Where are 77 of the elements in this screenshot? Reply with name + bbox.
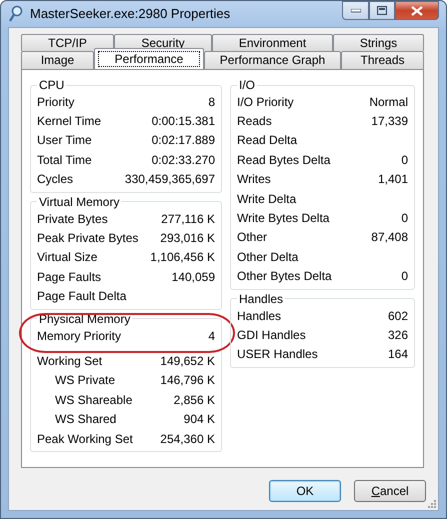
field-label: Write Bytes Delta	[237, 210, 330, 228]
field-value: 254,360 K	[160, 430, 215, 448]
field-value: 4	[208, 328, 215, 345]
field-label: Handles	[237, 308, 282, 325]
tab[interactable]: Threads	[341, 51, 424, 69]
field-value: 146,796 K	[160, 372, 215, 390]
field-label: Virtual Size	[37, 249, 98, 266]
field-label: Cycles	[37, 171, 74, 188]
field-label: Total Time	[37, 152, 92, 169]
resize-grip-icon	[427, 499, 436, 508]
tab[interactable]: Strings	[333, 34, 424, 51]
maximize-icon	[377, 6, 387, 15]
field-label: Kernel Time	[37, 113, 102, 130]
group-title: I/O	[238, 78, 256, 92]
group-title: CPU	[38, 78, 66, 92]
field-value: 326	[388, 326, 408, 344]
tab[interactable]: Environment	[212, 34, 333, 51]
field-label: Other Bytes Delta	[237, 268, 332, 286]
minimize-button[interactable]	[342, 1, 369, 20]
group-title: Physical Memory	[38, 312, 132, 326]
group-title: Handles	[238, 292, 284, 306]
field-label: Page Faults	[37, 268, 102, 286]
field-value: 2,856 K	[174, 392, 215, 409]
field-value: 87,408	[371, 229, 408, 246]
field-value: 17,339	[371, 113, 408, 130]
field-label: Peak Private Bytes	[37, 230, 138, 248]
field-value: 904 K	[184, 411, 215, 428]
field-value: 0	[401, 210, 408, 228]
field-label: Memory Priority	[37, 328, 122, 345]
minimize-icon	[350, 8, 360, 12]
tab[interactable]: Performance	[94, 48, 204, 69]
field-value: 0	[401, 268, 408, 286]
field-label: WS Shareable	[55, 392, 132, 409]
field-label: Priority	[37, 94, 74, 111]
field-label: Other Delta	[237, 248, 298, 266]
field-label: GDI Handles	[237, 326, 306, 344]
close-icon	[411, 6, 423, 16]
field-value: Normal	[369, 94, 408, 111]
field-label: Other	[237, 229, 268, 246]
tab[interactable]: TCP/IP	[21, 34, 114, 51]
field-label: Read Bytes Delta	[237, 152, 330, 169]
field-label: WS Private	[55, 372, 116, 390]
field-value: 293,016 K	[160, 230, 215, 248]
dialog-button[interactable]: OK	[269, 480, 341, 502]
field-value: 8	[208, 94, 215, 111]
close-button[interactable]	[395, 1, 439, 20]
group-title: Virtual Memory	[38, 194, 120, 209]
field-label: I/O Priority	[237, 94, 294, 111]
field-value: 602	[388, 308, 408, 325]
field-value: 0:00:15.381	[152, 113, 215, 130]
field-label: Peak Working Set	[37, 430, 133, 448]
field-label: Writes	[237, 171, 271, 188]
field-value: 1,106,456 K	[150, 249, 215, 266]
window-title: MasterSeeker.exe:2980 Properties	[30, 5, 232, 24]
field-value: 330,459,365,697	[124, 171, 215, 188]
field-value: 0	[401, 152, 408, 169]
field-label: Private Bytes	[37, 210, 108, 228]
field-label: Working Set	[37, 352, 102, 370]
field-label: Write Delta	[237, 190, 296, 208]
field-label: User Time	[37, 132, 92, 150]
tab[interactable]: Image	[21, 51, 94, 69]
field-value: 164	[388, 346, 408, 364]
maximize-button[interactable]	[369, 1, 395, 20]
field-label: Read Delta	[237, 132, 298, 150]
field-value: 149,652 K	[160, 352, 215, 370]
dialog-button[interactable]: Cancel	[354, 480, 426, 502]
search-icon	[8, 5, 24, 23]
field-label: WS Shared	[55, 411, 116, 428]
field-label: Page Fault Delta	[37, 288, 126, 306]
field-label: Reads	[237, 113, 272, 130]
field-value: 1,401	[378, 171, 408, 188]
field-value: 0:02:33.270	[152, 152, 215, 169]
field-value: 0:02:17.889	[152, 132, 215, 150]
tab[interactable]: Performance Graph	[204, 51, 341, 69]
field-label: USER Handles	[237, 346, 318, 364]
field-value: 140,059	[172, 268, 215, 286]
field-value: 277,116 K	[161, 210, 215, 228]
